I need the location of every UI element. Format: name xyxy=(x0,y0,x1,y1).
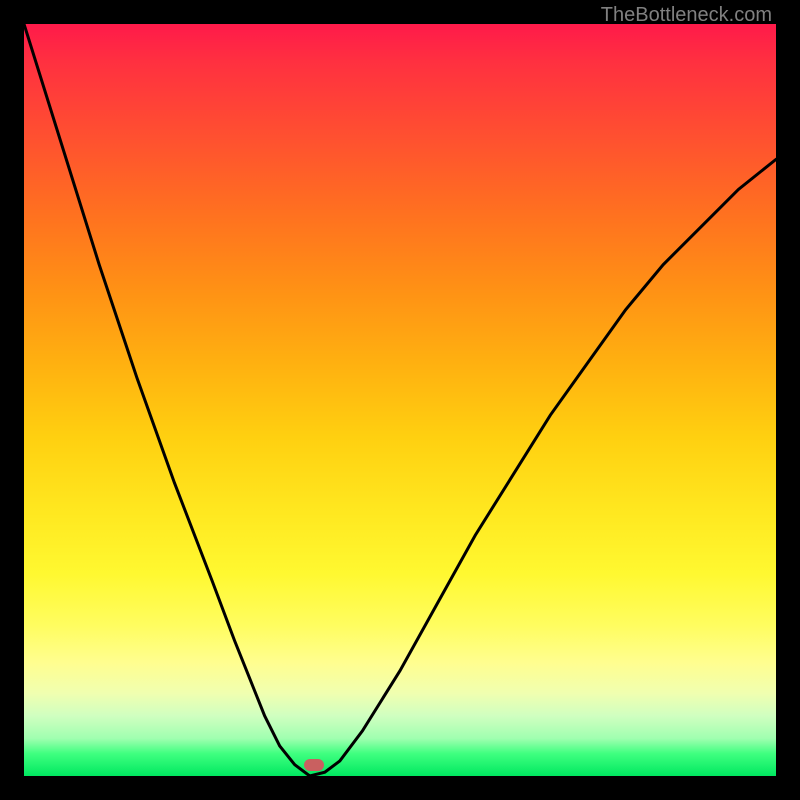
plot-area xyxy=(24,24,776,776)
optimal-point-marker xyxy=(304,759,324,771)
bottleneck-curve xyxy=(24,24,776,776)
chart-frame: TheBottleneck.com xyxy=(0,0,800,800)
watermark-text: TheBottleneck.com xyxy=(601,4,772,27)
curve-layer xyxy=(24,24,776,776)
